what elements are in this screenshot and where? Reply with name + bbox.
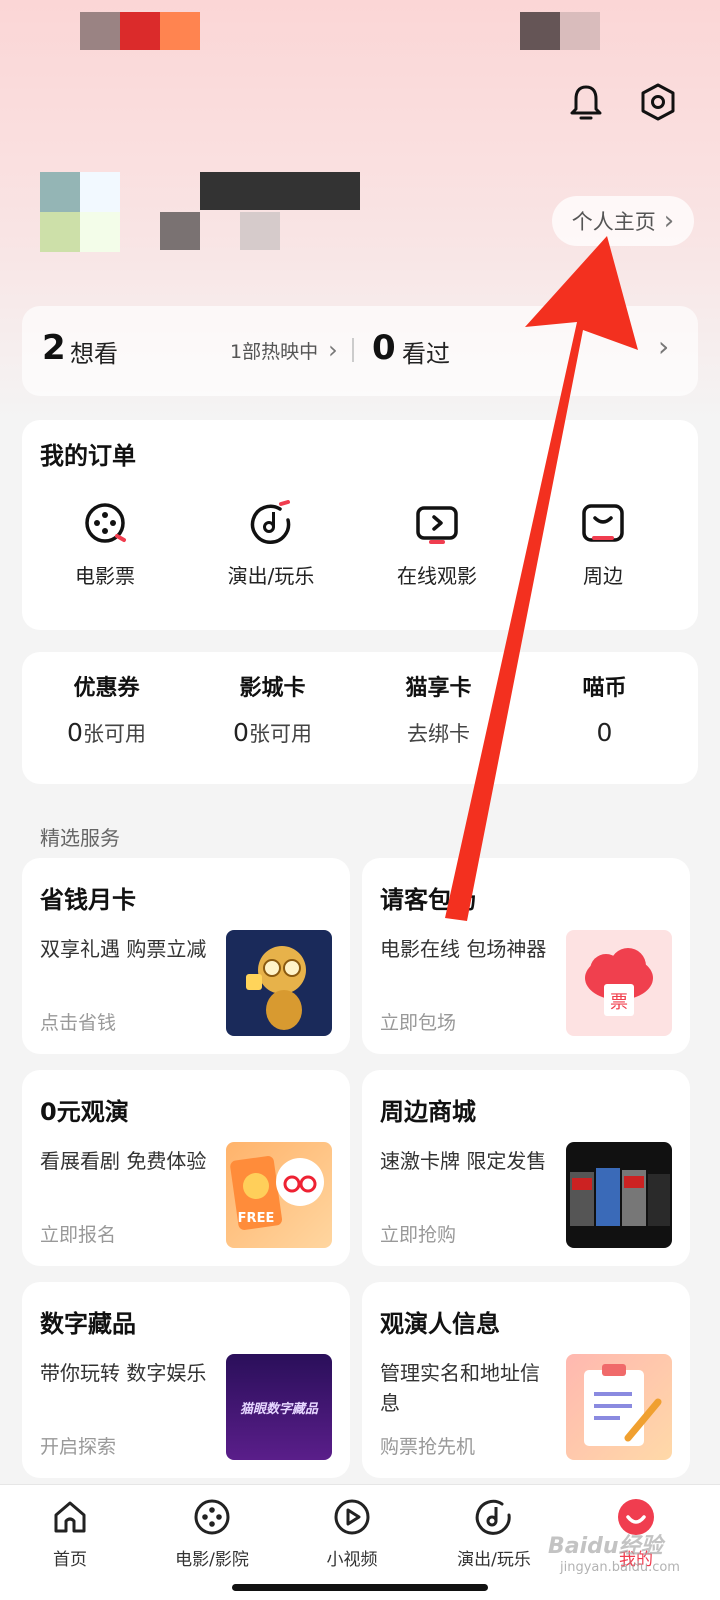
personal-home-label: 个人主页 <box>571 210 656 234</box>
service-action: 点击省钱 <box>40 1012 117 1034</box>
service-title: 请客包场 <box>380 886 476 914</box>
notification-bell-icon[interactable] <box>564 80 608 124</box>
wallet-count: 0 <box>596 718 613 747</box>
free-cat-thumbnail: FREE <box>226 1142 332 1248</box>
wallet-card: 优惠券 0张可用 影城卡 0张可用 猫享卡 去绑卡 喵币 0 <box>22 652 698 784</box>
service-title: 观演人信息 <box>380 1310 500 1338</box>
service-action: 立即包场 <box>380 1012 457 1034</box>
order-label: 电影票 <box>75 564 135 588</box>
wallet-unit: 张可用 <box>248 722 312 746</box>
orders-title: 我的订单 <box>40 442 136 470</box>
shopping-bag-icon <box>582 504 624 542</box>
personal-home-button[interactable]: 个人主页 › <box>552 196 694 246</box>
maoxiang-card-item[interactable]: 猫享卡 去绑卡 <box>354 670 523 748</box>
ticket-thumb-text: 票 <box>610 992 628 1013</box>
service-title: 0元观演 <box>40 1098 129 1126</box>
cinema-card-item[interactable]: 影城卡 0张可用 <box>188 670 357 748</box>
free-thumb-text: FREE <box>238 1211 275 1226</box>
service-card-treat[interactable]: 请客包场 电影在线 包场神器 立即包场 票 <box>362 858 690 1054</box>
card-boxes-thumbnail <box>566 1142 672 1248</box>
watch-stats-bar: 2 想看 1部热映中 › 0 看过 › <box>22 306 698 396</box>
wallet-unit: 去绑卡 <box>407 722 470 746</box>
wallet-title: 影城卡 <box>239 676 306 701</box>
service-card-free-show[interactable]: 0元观演 看展看剧 免费体验 立即报名 FREE <box>22 1070 350 1266</box>
film-reel-icon <box>85 503 126 543</box>
service-desc: 速激卡牌 限定发售 <box>380 1149 547 1173</box>
tab-label: 演出/玩乐 <box>457 1550 531 1570</box>
order-movie-ticket[interactable]: 电影票 <box>30 500 180 589</box>
play-circle-icon <box>334 1499 370 1535</box>
now-showing-link[interactable]: 1部热映中 › <box>230 336 338 364</box>
want-count[interactable]: 2 <box>42 328 66 368</box>
tab-label: 小视频 <box>326 1550 378 1570</box>
tab-label: 首页 <box>53 1550 87 1570</box>
digital-thumb-text: 猫眼数字藏品 <box>239 1402 318 1417</box>
my-orders-card: 我的订单 电影票 演出/玩乐 在线观影 周边 <box>22 420 698 630</box>
wallet-title: 猫享卡 <box>405 676 472 701</box>
service-title: 省钱月卡 <box>40 886 136 914</box>
want-label[interactable]: 想看 <box>70 334 118 369</box>
tab-movies[interactable]: 电影/影院 <box>152 1497 272 1570</box>
ticket-cloud-thumbnail: 票 <box>566 930 672 1036</box>
baidu-watermark-url: jingyan.baidu.com <box>560 1560 680 1575</box>
clipboard-thumbnail <box>566 1354 672 1460</box>
tab-shows[interactable]: 演出/玩乐 <box>434 1497 554 1570</box>
tab-short-video[interactable]: 小视频 <box>292 1497 412 1570</box>
service-action: 购票抢先机 <box>380 1436 476 1458</box>
service-card-savings[interactable]: 省钱月卡 双享礼遇 购票立减 点击省钱 <box>22 858 350 1054</box>
service-desc: 双享礼遇 购票立减 <box>40 937 207 961</box>
film-reel-icon <box>194 1499 230 1535</box>
service-card-merch-mall[interactable]: 周边商城 速激卡牌 限定发售 立即抢购 <box>362 1070 690 1266</box>
service-desc: 带你玩转 数字娱乐 <box>40 1361 207 1385</box>
gold-cat-thumbnail <box>226 930 332 1036</box>
wallet-count: 0 <box>67 718 83 747</box>
service-desc: 看展看剧 免费体验 <box>40 1149 207 1173</box>
miao-coin-item[interactable]: 喵币 0 <box>520 670 689 747</box>
service-title: 数字藏品 <box>40 1310 136 1338</box>
order-label: 演出/玩乐 <box>227 564 315 588</box>
music-note-icon <box>475 1499 511 1535</box>
wallet-unit: 张可用 <box>82 722 146 746</box>
settings-gear-icon[interactable] <box>636 80 680 124</box>
digital-collection-thumbnail: 猫眼数字藏品 <box>226 1354 332 1460</box>
service-action: 立即报名 <box>40 1224 117 1246</box>
wallet-title: 喵币 <box>582 676 627 701</box>
tab-label: 电影/影院 <box>175 1550 249 1570</box>
service-card-digital[interactable]: 数字藏品 带你玩转 数字娱乐 开启探索 猫眼数字藏品 <box>22 1282 350 1478</box>
watched-count[interactable]: 0 <box>372 328 396 368</box>
services-heading: 精选服务 <box>40 826 120 850</box>
now-showing-label: 1部热映中 <box>230 341 319 363</box>
service-desc: 管理实名和地址信息 <box>380 1361 540 1415</box>
chevron-right-icon: › <box>328 336 338 364</box>
chevron-right-icon[interactable]: › <box>658 330 669 363</box>
service-action: 立即抢购 <box>380 1224 457 1246</box>
order-shows[interactable]: 演出/玩乐 <box>196 500 346 589</box>
tab-home[interactable]: 首页 <box>10 1497 130 1570</box>
wallet-title: 优惠券 <box>73 676 140 701</box>
watched-label[interactable]: 看过 <box>402 334 450 369</box>
order-label: 周边 <box>583 564 623 588</box>
chevron-right-icon: › <box>663 206 675 236</box>
order-merch[interactable]: 周边 <box>528 500 678 589</box>
service-title: 周边商城 <box>380 1098 476 1126</box>
order-label: 在线观影 <box>397 564 477 588</box>
service-card-audience-info[interactable]: 观演人信息 管理实名和地址信息 购票抢先机 <box>362 1282 690 1478</box>
play-screen-icon <box>416 506 458 544</box>
divider <box>352 338 354 362</box>
service-action: 开启探索 <box>40 1436 117 1458</box>
home-indicator <box>232 1584 488 1591</box>
wallet-count: 0 <box>233 718 249 747</box>
order-online-watch[interactable]: 在线观影 <box>362 500 512 589</box>
home-icon <box>54 1501 86 1533</box>
service-desc: 电影在线 包场神器 <box>380 937 547 961</box>
coupon-item[interactable]: 优惠券 0张可用 <box>22 670 191 748</box>
baidu-watermark: Baidu经验 <box>548 1534 663 1559</box>
music-note-icon <box>250 500 291 544</box>
